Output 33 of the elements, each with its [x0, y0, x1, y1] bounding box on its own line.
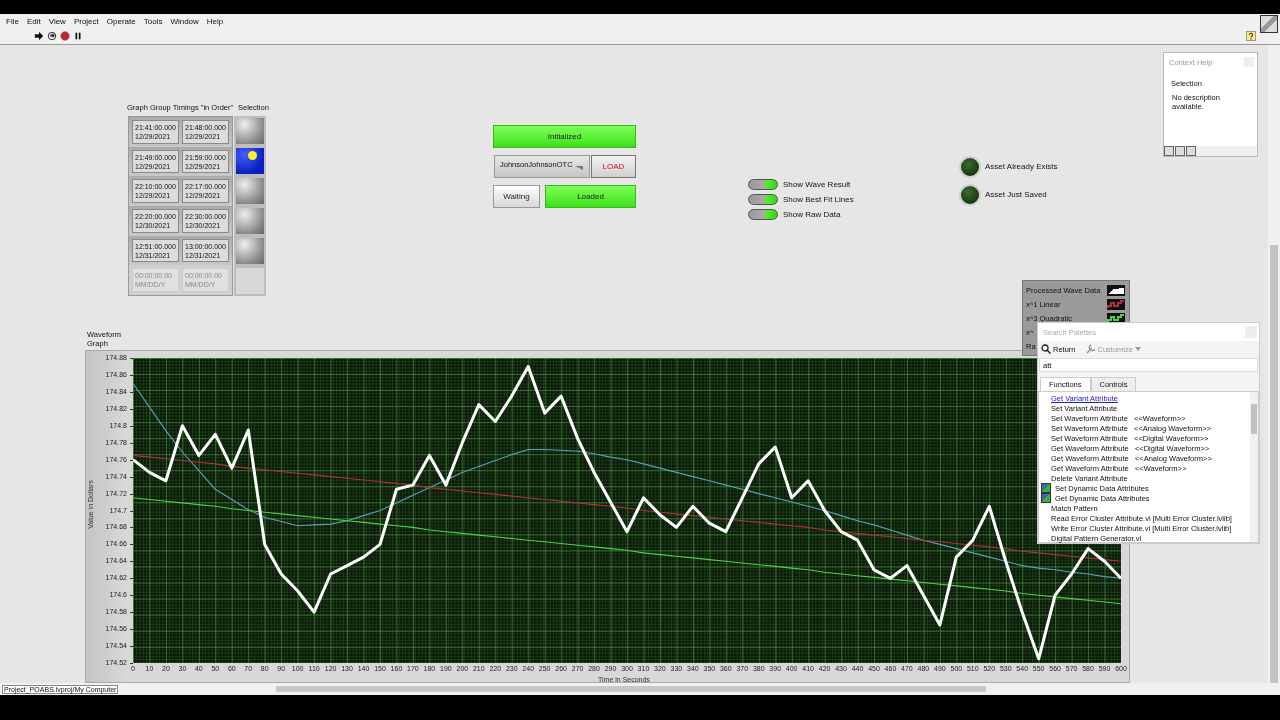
scrollbar[interactable] [1268, 45, 1280, 683]
status-indicator: Initialized [493, 125, 636, 148]
switch-label: Show Wave Result [783, 180, 851, 189]
run-continuously-icon[interactable] [47, 31, 57, 41]
status-indicator: Loaded [545, 185, 636, 208]
menu-item[interactable]: View [48, 16, 71, 26]
scrollbar[interactable] [1250, 392, 1258, 542]
toggle-switch[interactable] [748, 179, 778, 190]
menu-item[interactable]: Window [170, 16, 204, 26]
legend-swatch [1107, 284, 1125, 296]
toggle-switch[interactable] [748, 209, 778, 220]
run-arrow-icon[interactable] [34, 31, 44, 41]
load-button[interactable]: LOAD [591, 155, 636, 178]
pause-icon[interactable] [73, 31, 83, 41]
toggle-switch[interactable] [748, 194, 778, 205]
menu-item[interactable]: Help [206, 16, 229, 26]
abort-icon[interactable] [60, 31, 70, 41]
legend-swatch [1107, 298, 1125, 310]
status-indicator: Waiting [493, 185, 540, 208]
menu-item[interactable]: Project [73, 16, 104, 26]
menu-item[interactable]: File [6, 16, 24, 26]
switch-label: Show Raw Data [783, 210, 841, 219]
wrench-icon [1085, 344, 1096, 354]
menu-item[interactable]: Tools [143, 16, 168, 26]
menu-item[interactable]: Operate [106, 16, 141, 26]
vi-icon[interactable] [1260, 15, 1278, 33]
caret-icon [575, 166, 583, 170]
switch-label: Show Best Fit Lines [783, 195, 854, 204]
led-label: Asset Just Saved [985, 190, 1047, 199]
led-label: Asset Already Exists [985, 162, 1058, 171]
search-icon [1041, 344, 1051, 354]
menu-item[interactable]: Edit [26, 16, 46, 26]
selection-button[interactable] [234, 146, 266, 176]
